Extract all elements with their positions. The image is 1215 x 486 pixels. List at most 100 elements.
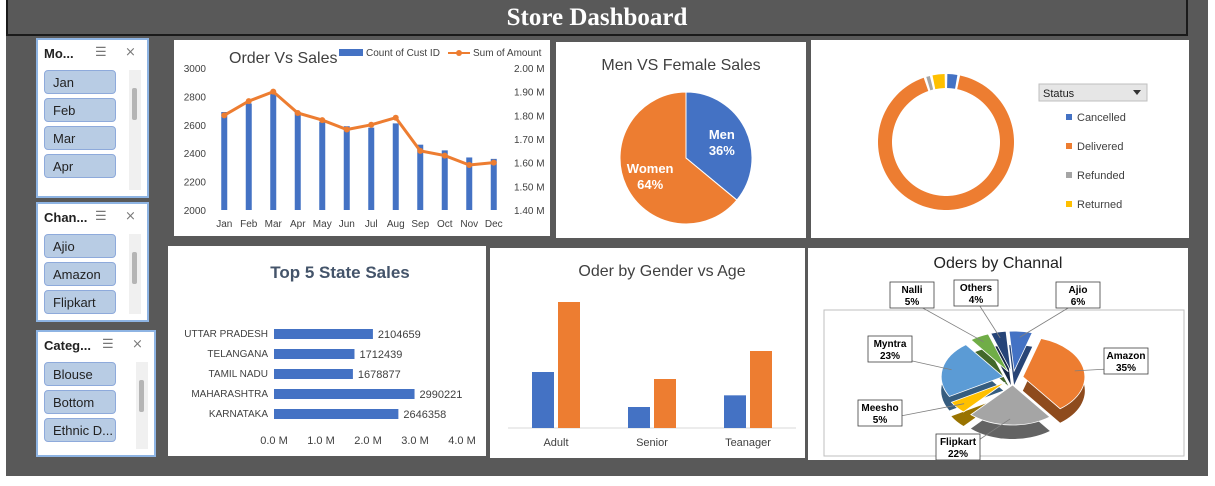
doughnut-segment (878, 75, 1014, 211)
slicer-item[interactable]: Ethnic D... (44, 418, 116, 442)
slice-label: Myntra (874, 339, 907, 350)
category-label: TELANGANA (207, 349, 268, 360)
y-tick-label: 2200 (184, 178, 207, 189)
line-point (319, 117, 326, 124)
slicer-header: Chan... (44, 210, 88, 225)
multi-select-icon[interactable]: ☰ (102, 336, 114, 352)
y2-tick-label: 1.60 M (514, 159, 545, 170)
x-tick-label: Aug (387, 219, 405, 230)
line-point (270, 88, 277, 95)
legend-marker (456, 50, 462, 56)
line-point (417, 147, 424, 154)
y2-tick-label: 1.90 M (514, 88, 545, 99)
slice-percent: 4% (969, 295, 984, 306)
x-tick-label: 1.0 M (307, 435, 335, 447)
slicer-header: Categ... (44, 338, 91, 353)
series-line (223, 89, 494, 167)
category-label: UTTAR PRADESH (184, 329, 268, 340)
x-tick-label: 4.0 M (448, 435, 476, 447)
multi-select-icon[interactable]: ☰ (95, 208, 107, 224)
data-label: 1712439 (359, 349, 402, 361)
slice-label: Ajio (1069, 285, 1088, 296)
bar (441, 150, 448, 210)
scrollbar-thumb[interactable] (132, 88, 137, 120)
doughnut-segment (926, 75, 934, 91)
bar (274, 369, 353, 379)
slicer-item[interactable]: Jan (44, 70, 116, 94)
top-state-panel: Top 5 State Sales UTTAR PRADESH 2104659 TEL… (168, 246, 486, 456)
slice-percent: 6% (1071, 297, 1086, 308)
x-tick-label: Jul (365, 219, 378, 230)
slicer-item[interactable]: Blouse (44, 362, 116, 386)
x-tick-label: Teanager (725, 437, 771, 449)
channel-pie-chart: Oders by ChannalAjio6%Amazon35%Flipkart2… (823, 255, 1185, 461)
slicer-item[interactable]: Apr (44, 154, 116, 178)
data-label: 1678877 (358, 369, 401, 381)
chart-title: Oder by Gender vs Age (578, 263, 745, 280)
scrollbar-thumb[interactable] (139, 380, 144, 412)
bar (294, 112, 301, 210)
category-label: KARNATAKA (209, 409, 268, 420)
scrollbar-thumb[interactable] (132, 252, 137, 284)
bar (274, 409, 399, 419)
x-tick-label: Feb (240, 219, 258, 230)
bar (274, 389, 415, 399)
bar (319, 121, 326, 210)
line-point (466, 162, 473, 169)
legend-swatch (1066, 114, 1072, 120)
slicer-item[interactable]: Flipkart (44, 290, 116, 314)
legend-swatch (339, 49, 363, 56)
slicer-item[interactable]: Feb (44, 98, 116, 122)
multi-select-icon[interactable]: ☰ (95, 44, 107, 60)
x-tick-label: Oct (437, 219, 453, 230)
x-tick-label: 0.0 M (260, 435, 288, 447)
line-point (392, 114, 399, 121)
line-point (221, 112, 228, 119)
data-label: 2104659 (378, 329, 421, 341)
slicer-month[interactable]: Mo... ☰ ⨯ Jan Feb Mar Apr (36, 38, 149, 198)
gender-sales-chart: Men VS Female Sales Men36% Women64% (601, 57, 761, 225)
slicer-scrollbar[interactable] (136, 362, 148, 449)
y-tick-label: 3000 (184, 64, 207, 75)
slicer-scrollbar[interactable] (129, 234, 141, 314)
clear-filter-icon[interactable]: ⨯ (125, 208, 136, 224)
slicer-item[interactable]: Amazon (44, 262, 116, 286)
legend-label: Returned (1077, 199, 1122, 211)
chart-title: Order Vs Sales (229, 50, 337, 67)
bar (532, 372, 554, 428)
slicer-category[interactable]: Categ... ☰ ⨯ Blouse Bottom Ethnic D... (36, 330, 156, 457)
slicer-item[interactable]: Bottom (44, 390, 116, 414)
bar (750, 351, 772, 428)
clear-filter-icon[interactable]: ⨯ (132, 336, 143, 352)
slicer-channel[interactable]: Chan... ☰ ⨯ Ajio Amazon Flipkart (36, 202, 149, 322)
slice-label: Amazon (1107, 351, 1146, 362)
order-vs-sales-panel: Order Vs Sales Count of Cust ID Sum of Amo… (174, 40, 550, 236)
y-tick-label: 2600 (184, 121, 207, 132)
slicer-item[interactable]: Mar (44, 126, 116, 150)
x-tick-label: Senior (636, 437, 668, 449)
channel-panel: Oders by Channal Ajio 6% Amazon 35% Flipkart 2… (808, 248, 1188, 461)
slice-label: Nalli (901, 285, 922, 296)
x-tick-label: Dec (485, 219, 503, 230)
slicer-header: Mo... (44, 46, 74, 61)
clear-filter-icon[interactable]: ⨯ (125, 44, 136, 60)
y2-tick-label: 2.00 M (514, 64, 545, 75)
slicer-item[interactable]: Ajio (44, 234, 116, 258)
doughnut-segment (947, 74, 958, 89)
legend-label: Cancelled (1077, 112, 1126, 124)
bar (392, 123, 399, 210)
legend-title: Status (1043, 88, 1075, 100)
bar (245, 103, 252, 210)
slice-label: Women (627, 161, 674, 176)
slice-percent: 23% (880, 351, 900, 362)
category-label: MAHARASHTRA (191, 389, 268, 400)
bar (490, 158, 497, 210)
slice-percent: 36% (709, 143, 735, 158)
slice-percent: 64% (637, 177, 663, 192)
chart-title: Men VS Female Sales (601, 57, 760, 74)
slicer-scrollbar[interactable] (129, 70, 141, 190)
legend-label: Count of Cust ID (366, 48, 440, 59)
line-point (294, 109, 301, 116)
x-tick-label: May (313, 219, 332, 230)
data-label: 2990221 (420, 389, 463, 401)
